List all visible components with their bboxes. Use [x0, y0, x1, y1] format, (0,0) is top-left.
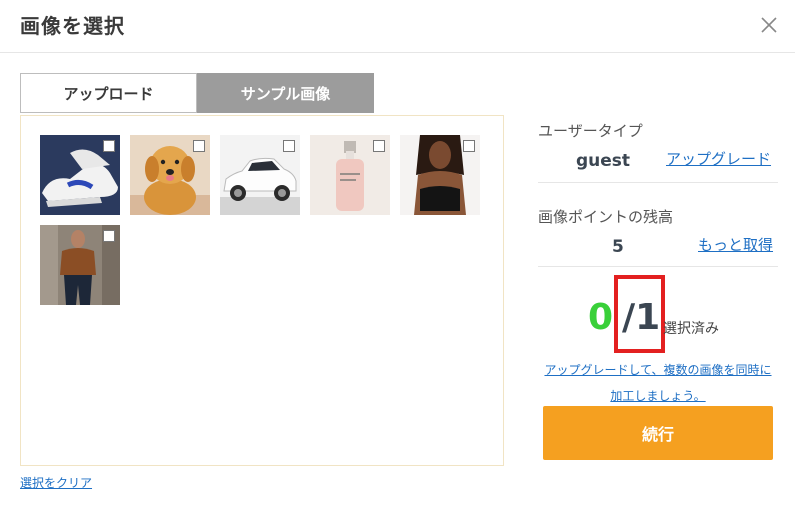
select-checkbox[interactable] [373, 140, 385, 152]
dialog-header: 画像を選択 [0, 0, 795, 53]
points-balance-label: 画像ポイントの残高 [538, 208, 674, 226]
selected-label: 選択済み [663, 321, 719, 337]
select-checkbox[interactable] [283, 140, 295, 152]
image-thumb-man-brown-shirt[interactable] [40, 225, 120, 305]
image-thumb-white-car[interactable] [220, 135, 300, 215]
image-thumb-sneakers[interactable] [40, 135, 120, 215]
highlight-box [614, 275, 665, 353]
select-checkbox[interactable] [193, 140, 205, 152]
upgrade-note-line1: アップグレードして、複数の画像を同時に [544, 363, 772, 377]
image-thumb-golden-retriever-puppy[interactable] [130, 135, 210, 215]
continue-button[interactable]: 続行 [543, 406, 773, 460]
divider [538, 266, 778, 267]
select-checkbox[interactable] [103, 230, 115, 242]
user-type-label: ユーザータイプ [538, 122, 643, 140]
clear-selection-link[interactable]: 選択をクリア [20, 474, 92, 491]
select-checkbox[interactable] [103, 140, 115, 152]
source-tabs: アップロード サンプル画像 [20, 73, 374, 115]
upgrade-note-line2: 加工しましょう。 [610, 389, 706, 403]
upgrade-link[interactable]: アップグレード [666, 148, 771, 169]
points-balance-value: 5 [612, 237, 624, 257]
image-grid-panel [20, 115, 504, 466]
dialog-title: 画像を選択 [20, 14, 125, 38]
user-type-value: guest [576, 151, 631, 171]
get-more-link[interactable]: もっと取得 [698, 234, 773, 255]
upgrade-note-link[interactable]: アップグレードして、複数の画像を同時に 加工しましょう。 [540, 357, 776, 409]
divider [538, 182, 778, 183]
image-thumb-cosmetic-bottle[interactable] [310, 135, 390, 215]
close-icon[interactable] [758, 14, 780, 36]
tab-sample-images[interactable]: サンプル画像 [197, 73, 374, 113]
selected-count: 0 [588, 297, 614, 338]
image-thumb-woman-black-top[interactable] [400, 135, 480, 215]
select-checkbox[interactable] [463, 140, 475, 152]
tab-upload[interactable]: アップロード [20, 73, 197, 113]
